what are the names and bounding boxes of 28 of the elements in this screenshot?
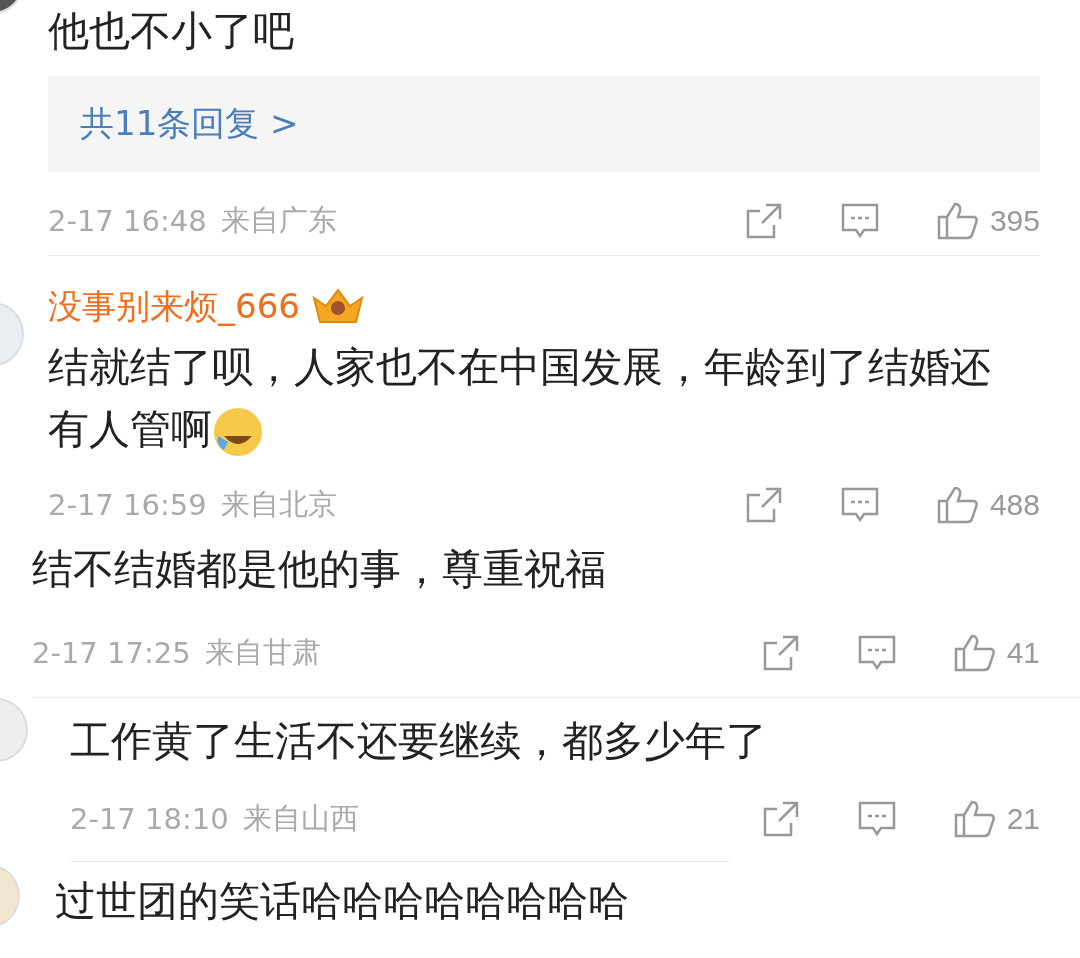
comment-location: 来自甘肃 [204,634,321,671]
comment-text: 过世团的笑话哈哈哈哈哈哈哈哈 [55,876,630,927]
comment-time: 2-17 16:48 [48,204,207,238]
thumbs-up-icon [952,799,997,839]
comment-text: 他也不小了吧 [48,6,295,57]
comment-icon[interactable] [856,634,897,672]
like-button[interactable]: 395 [935,201,1040,241]
view-replies-link[interactable]: 共11条回复 > [80,101,299,147]
comment-time: 2-17 17:25 [32,636,191,670]
comment-text: 结不结婚都是他的事，尊重祝福 [32,544,607,595]
comment-text: 结就结了呗，人家也不在中国发展，年龄到了结婚还有人管啊 [48,336,1040,460]
comment-location: 来自广东 [220,202,337,239]
comment-icon[interactable] [856,800,897,838]
laughing-crying-emoji-icon [212,406,264,458]
thumbs-up-icon [935,485,980,525]
thumbs-up-icon [952,633,997,673]
like-button[interactable]: 41 [952,633,1040,673]
comment-location: 来自北京 [220,486,337,523]
like-button[interactable]: 21 [952,799,1040,839]
comment-time: 2-17 18:10 [70,802,229,836]
comment-location: 来自山西 [242,800,359,837]
username[interactable]: 没事别来烦_666 [48,284,300,328]
comment-icon[interactable] [839,202,880,240]
comment-icon[interactable] [839,486,880,524]
like-button[interactable]: 488 [935,485,1040,525]
comment-text: 工作黄了生活不还要继续，都多少年了 [70,716,768,767]
comment-time: 2-17 16:59 [48,488,207,522]
thumbs-up-icon [935,201,980,241]
